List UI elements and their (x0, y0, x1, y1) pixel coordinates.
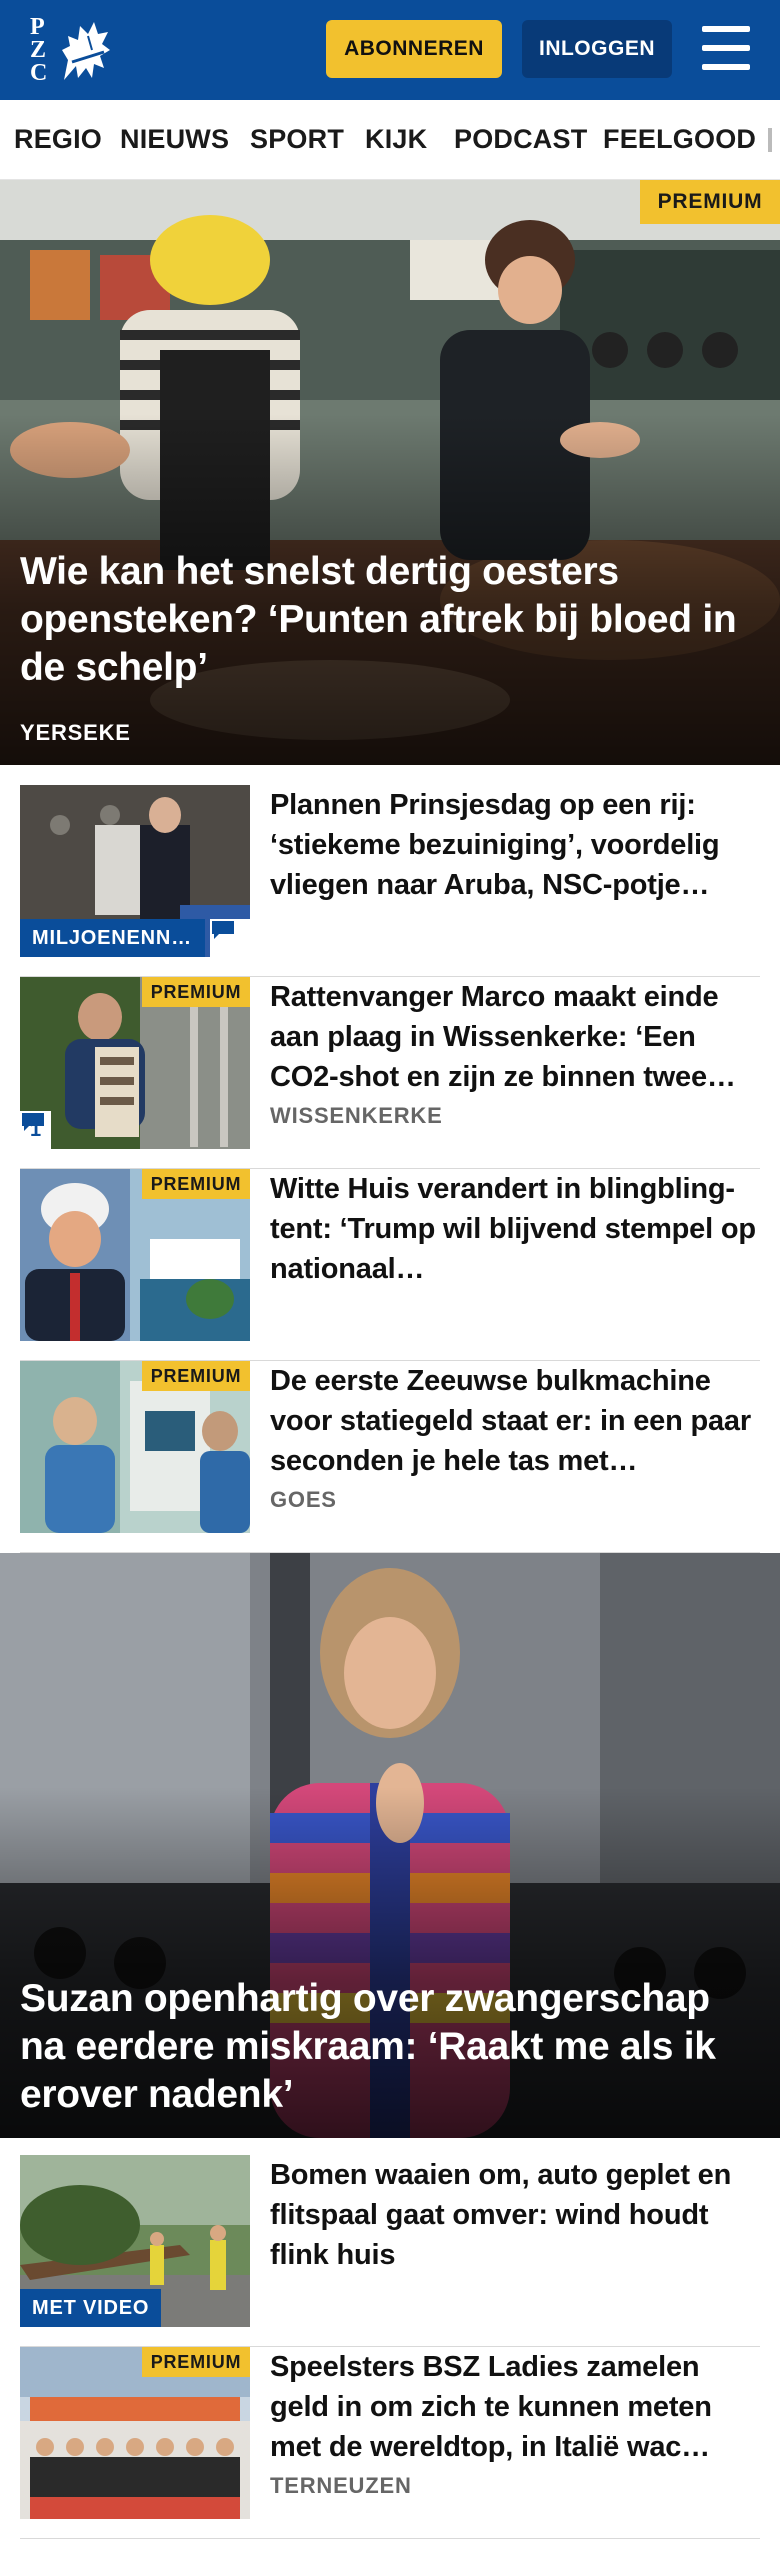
section-nav: REGIO NIEUWS SPORT KIJK PODCAST FEELGOOD (0, 100, 780, 180)
article-headline[interactable]: Speelsters BSZ Ladies zamelen geld in om… (270, 2347, 760, 2467)
comment-icon[interactable] (210, 919, 250, 957)
article-headline[interactable]: De eerste Zeeuwse bulkmachine voor stati… (270, 1361, 760, 1481)
article-thumbnail: PREMIUM (20, 1361, 250, 1533)
list-item[interactable]: MILJOENENN… Plannen Prinsjesdag op een r… (20, 785, 760, 977)
premium-badge: PREMIUM (142, 2347, 250, 2377)
list-item[interactable]: MET VIDEO Bomen waaien om, auto geplet e… (20, 2155, 760, 2347)
category-tag-label: MILJOENENN… (32, 926, 192, 949)
hero-headline[interactable]: Suzan openhartig over zwangerschap na ee… (20, 1975, 760, 2119)
login-button[interactable]: INLOGGEN (522, 20, 672, 78)
article-thumbnail: PREMIUM 1 (20, 977, 250, 1149)
article-thumbnail: MILJOENENN… (20, 785, 250, 957)
video-tag: MET VIDEO (20, 2289, 162, 2327)
video-tag-label: MET VIDEO (32, 2296, 150, 2319)
article-thumbnail: MET VIDEO (20, 2155, 250, 2327)
article-thumbnail: PREMIUM (20, 1169, 250, 1341)
comment-count[interactable]: 1 (20, 1111, 52, 1149)
nav-item-kijk[interactable]: KIJK (365, 124, 427, 155)
article-headline[interactable]: Bomen waaien om, auto geplet en flitspaa… (270, 2155, 760, 2275)
nav-overflow-indicator (768, 128, 772, 152)
hero-location-kicker: YERSEKE (20, 720, 131, 745)
nav-item-feelgood[interactable]: FEELGOOD (603, 124, 756, 155)
hero-article-suzan[interactable]: Suzan openhartig over zwangerschap na ee… (0, 1553, 780, 2138)
comment-bubble-icon (212, 921, 234, 939)
article-headline[interactable]: Witte Huis verandert in blingbling-tent:… (270, 1169, 760, 1289)
lion-emblem-icon (62, 22, 110, 80)
top-bar: P Z C ABONNEREN INLOGGEN (0, 0, 780, 100)
premium-badge: PREMIUM (142, 977, 250, 1007)
premium-badge: PREMIUM (142, 1361, 250, 1391)
category-tag: MILJOENENN… (20, 919, 205, 957)
pzc-logo[interactable]: P Z C (24, 12, 120, 88)
article-headline[interactable]: Rattenvanger Marco maakt einde aan plaag… (270, 977, 760, 1097)
list-item[interactable]: PREMIUM 1 Rattenvanger Marco maakt einde… (20, 977, 760, 1169)
nav-item-nieuws[interactable]: NIEUWS (120, 124, 229, 155)
article-location-kicker: GOES (270, 1487, 337, 1512)
article-thumbnail: PREMIUM (20, 2347, 250, 2519)
hero-article-oysters[interactable]: PREMIUM Wie kan het snelst dertig oester… (0, 180, 780, 765)
premium-badge: PREMIUM (142, 1169, 250, 1199)
article-location-kicker: TERNEUZEN (270, 2473, 412, 2498)
nav-item-podcast[interactable]: PODCAST (454, 124, 587, 155)
list-item[interactable]: PREMIUM Speelsters BSZ Ladies zamelen ge… (20, 2347, 760, 2539)
hamburger-menu-icon[interactable] (698, 26, 754, 72)
comment-bubble-icon (22, 1113, 44, 1131)
nav-item-sport[interactable]: SPORT (250, 124, 344, 155)
article-headline[interactable]: Plannen Prinsjesdag op een rij: ‘stiekem… (270, 785, 760, 905)
subscribe-button[interactable]: ABONNEREN (326, 20, 502, 78)
article-location-kicker: WISSENKERKE (270, 1103, 443, 1128)
nav-item-regio[interactable]: REGIO (14, 124, 102, 155)
list-item[interactable]: PREMIUM Witte Huis verandert in blingbli… (20, 1169, 760, 1361)
hero-headline[interactable]: Wie kan het snelst dertig oesters openst… (20, 548, 760, 692)
list-item[interactable]: PREMIUM De eerste Zeeuwse bulkmachine vo… (20, 1361, 760, 1553)
premium-badge: PREMIUM (640, 180, 780, 224)
